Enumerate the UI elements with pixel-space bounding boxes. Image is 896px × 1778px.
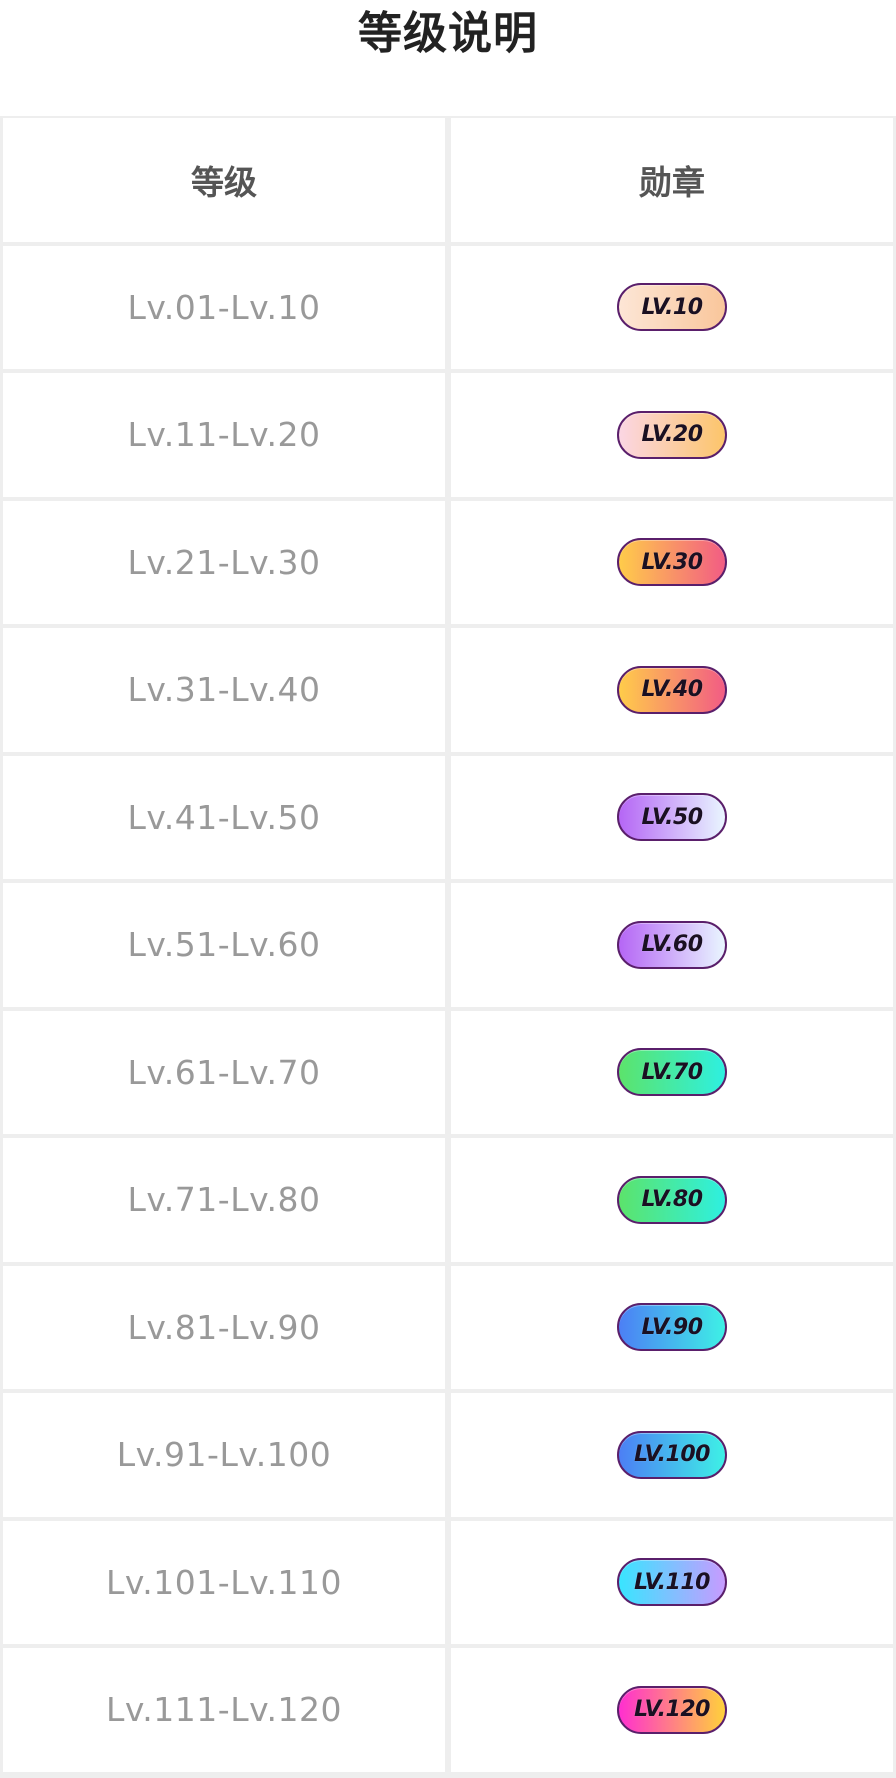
- level-badge-label: LV.30: [641, 549, 703, 575]
- level-range-cell: Lv.41-Lv.50: [3, 755, 445, 879]
- level-range-text: Lv.11-Lv.20: [127, 415, 321, 455]
- level-range-text: Lv.01-Lv.10: [127, 287, 321, 327]
- level-range-cell: Lv.71-Lv.80: [3, 1138, 445, 1262]
- level-range-cell: Lv.51-Lv.60: [3, 883, 445, 1007]
- level-badge-label: LV.120: [634, 1697, 710, 1723]
- level-badge-label: LV.70: [641, 1059, 703, 1085]
- level-range-cell: Lv.111-Lv.120: [3, 1648, 445, 1772]
- level-range-cell: Lv.91-Lv.100: [3, 1393, 445, 1517]
- level-range-text: Lv.21-Lv.30: [127, 542, 321, 582]
- level-badge-cell: LV.100: [451, 1393, 893, 1517]
- level-badge-cell: LV.10: [451, 245, 893, 369]
- level-badge-label: LV.60: [641, 932, 703, 958]
- level-range-cell: Lv.21-Lv.30: [3, 500, 445, 624]
- page-title-bar: 等级说明: [0, 0, 896, 116]
- level-badge-label: LV.50: [641, 804, 703, 830]
- level-badge: LV.120: [617, 1685, 727, 1734]
- level-range-cell: Lv.01-Lv.10: [3, 245, 445, 369]
- level-badge-label: LV.10: [641, 294, 703, 320]
- header-cell-level: 等级: [3, 118, 445, 242]
- level-badge-cell: LV.90: [451, 1265, 893, 1389]
- level-badge-label: LV.90: [641, 1314, 703, 1340]
- level-range-text: Lv.101-Lv.110: [105, 1562, 343, 1602]
- level-badge: LV.30: [617, 538, 727, 587]
- level-range-text: Lv.71-Lv.80: [127, 1180, 321, 1220]
- level-table: 等级 勋章 Lv.01-Lv.10 LV.10 Lv.11-Lv.20 LV.20 Lv…: [0, 116, 896, 1778]
- level-badge-cell: LV.50: [451, 755, 893, 879]
- level-badge-label: LV.40: [641, 677, 703, 703]
- page-title: 等级说明: [358, 8, 538, 59]
- level-range-text: Lv.91-Lv.100: [116, 1435, 332, 1475]
- level-badge: LV.100: [617, 1430, 727, 1479]
- level-range-cell: Lv.101-Lv.110: [3, 1520, 445, 1644]
- level-badge: LV.80: [617, 1175, 727, 1224]
- level-badge-cell: LV.40: [451, 628, 893, 752]
- level-badge-label: LV.100: [634, 1442, 710, 1468]
- level-badge-label: LV.80: [641, 1187, 703, 1213]
- level-badge-cell: LV.110: [451, 1520, 893, 1644]
- level-badge-cell: LV.70: [451, 1010, 893, 1134]
- level-badge: LV.10: [617, 283, 727, 332]
- level-badge-cell: LV.120: [451, 1648, 893, 1772]
- header-cell-badge: 勋章: [451, 118, 893, 242]
- level-badge: LV.20: [617, 410, 727, 459]
- level-range-text: Lv.51-Lv.60: [127, 925, 321, 965]
- level-badge: LV.70: [617, 1048, 727, 1097]
- level-range-text: Lv.41-Lv.50: [127, 797, 321, 837]
- level-badge: LV.90: [617, 1303, 727, 1352]
- level-badge-cell: LV.60: [451, 883, 893, 1007]
- level-badge-label: LV.110: [634, 1569, 710, 1595]
- level-badge-cell: LV.20: [451, 373, 893, 497]
- level-badge-label: LV.20: [641, 422, 703, 448]
- level-range-text: Lv.61-Lv.70: [127, 1052, 321, 1092]
- level-range-cell: Lv.61-Lv.70: [3, 1010, 445, 1134]
- level-range-text: Lv.111-Lv.120: [105, 1690, 343, 1730]
- level-range-text: Lv.81-Lv.90: [127, 1307, 321, 1347]
- level-badge-cell: LV.30: [451, 500, 893, 624]
- level-badge: LV.40: [617, 665, 727, 714]
- level-badge: LV.60: [617, 920, 727, 969]
- header-badge: 勋章: [639, 162, 705, 202]
- level-range-text: Lv.31-Lv.40: [127, 670, 321, 710]
- level-range-cell: Lv.11-Lv.20: [3, 373, 445, 497]
- level-range-cell: Lv.81-Lv.90: [3, 1265, 445, 1389]
- level-range-cell: Lv.31-Lv.40: [3, 628, 445, 752]
- level-badge: LV.110: [617, 1558, 727, 1607]
- header-level: 等级: [191, 162, 257, 202]
- level-badge-cell: LV.80: [451, 1138, 893, 1262]
- level-badge: LV.50: [617, 793, 727, 842]
